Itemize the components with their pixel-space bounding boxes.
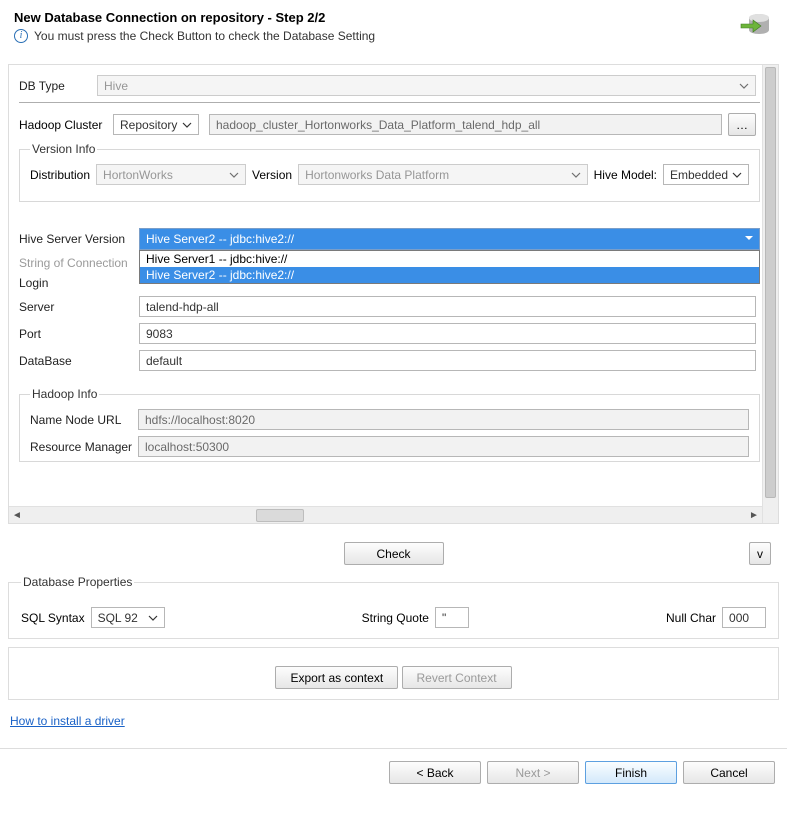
server-field[interactable]: [139, 296, 756, 317]
resource-manager-label: Resource Manager: [30, 440, 138, 454]
check-dropdown-button[interactable]: v: [749, 542, 771, 565]
string-of-connection-label: String of Connection: [19, 256, 139, 270]
port-field[interactable]: [139, 323, 756, 344]
resource-manager-field: [138, 436, 749, 457]
scroll-left-arrow-icon[interactable]: ◄: [9, 508, 25, 523]
check-button[interactable]: Check: [344, 542, 444, 565]
hadoop-cluster-label: Hadoop Cluster: [19, 118, 113, 132]
version-label: Version: [252, 168, 292, 182]
db-type-select[interactable]: Hive: [97, 75, 756, 96]
hive-server-option-2[interactable]: Hive Server2 -- jdbc:hive2://: [140, 267, 759, 283]
database-properties-legend: Database Properties: [21, 575, 134, 589]
database-field[interactable]: [139, 350, 756, 371]
database-label: DataBase: [19, 354, 139, 368]
next-button[interactable]: Next >: [487, 761, 579, 784]
how-to-install-driver-link[interactable]: How to install a driver: [10, 714, 125, 728]
info-text: You must press the Check Button to check…: [34, 29, 375, 43]
hive-model-label: Hive Model:: [594, 168, 657, 182]
page-title: New Database Connection on repository - …: [14, 10, 773, 25]
hive-server-version-dropdown[interactable]: Hive Server1 -- jdbc:hive:// Hive Server…: [139, 250, 760, 284]
null-char-label: Null Char: [666, 611, 716, 625]
login-label: Login: [19, 276, 139, 290]
distribution-select[interactable]: HortonWorks: [96, 164, 246, 185]
hadoop-info-legend: Hadoop Info: [30, 387, 99, 401]
info-icon: i: [14, 29, 28, 43]
scroll-right-arrow-icon[interactable]: ►: [746, 508, 762, 523]
version-select[interactable]: Hortonworks Data Platform: [298, 164, 588, 185]
back-button[interactable]: < Back: [389, 761, 481, 784]
hive-model-select[interactable]: Embedded: [663, 164, 749, 185]
null-char-field[interactable]: [722, 607, 766, 628]
db-type-label: DB Type: [19, 79, 97, 93]
database-properties-fieldset: Database Properties SQL Syntax SQL 92 St…: [8, 575, 779, 639]
vertical-scrollbar[interactable]: [762, 65, 778, 523]
finish-button[interactable]: Finish: [585, 761, 677, 784]
version-info-fieldset: Version Info Distribution HortonWorks Ve…: [19, 142, 760, 202]
hadoop-cluster-path-field: [209, 114, 722, 135]
server-label: Server: [19, 300, 139, 314]
sql-syntax-select[interactable]: SQL 92: [91, 607, 165, 628]
name-node-url-label: Name Node URL: [30, 413, 138, 427]
hive-server-version-select[interactable]: Hive Server2 -- jdbc:hive2:// Hive Serve…: [139, 228, 760, 250]
hive-server-option-1[interactable]: Hive Server1 -- jdbc:hive://: [140, 251, 759, 267]
revert-context-button[interactable]: Revert Context: [402, 666, 512, 689]
string-quote-label: String Quote: [362, 611, 429, 625]
string-quote-field[interactable]: [435, 607, 469, 628]
sql-syntax-label: SQL Syntax: [21, 611, 85, 625]
browse-cluster-button[interactable]: …: [728, 113, 756, 136]
distribution-label: Distribution: [30, 168, 90, 182]
database-wizard-icon: [739, 8, 771, 40]
cancel-button[interactable]: Cancel: [683, 761, 775, 784]
hadoop-info-fieldset: Hadoop Info Name Node URL Resource Manag…: [19, 387, 760, 462]
version-info-legend: Version Info: [30, 142, 97, 156]
name-node-url-field: [138, 409, 749, 430]
horizontal-scrollbar[interactable]: ◄ ►: [9, 506, 762, 523]
hive-server-version-label: Hive Server Version: [19, 232, 139, 246]
port-label: Port: [19, 327, 139, 341]
export-context-button[interactable]: Export as context: [275, 666, 398, 689]
hadoop-cluster-mode-select[interactable]: Repository: [113, 114, 199, 135]
